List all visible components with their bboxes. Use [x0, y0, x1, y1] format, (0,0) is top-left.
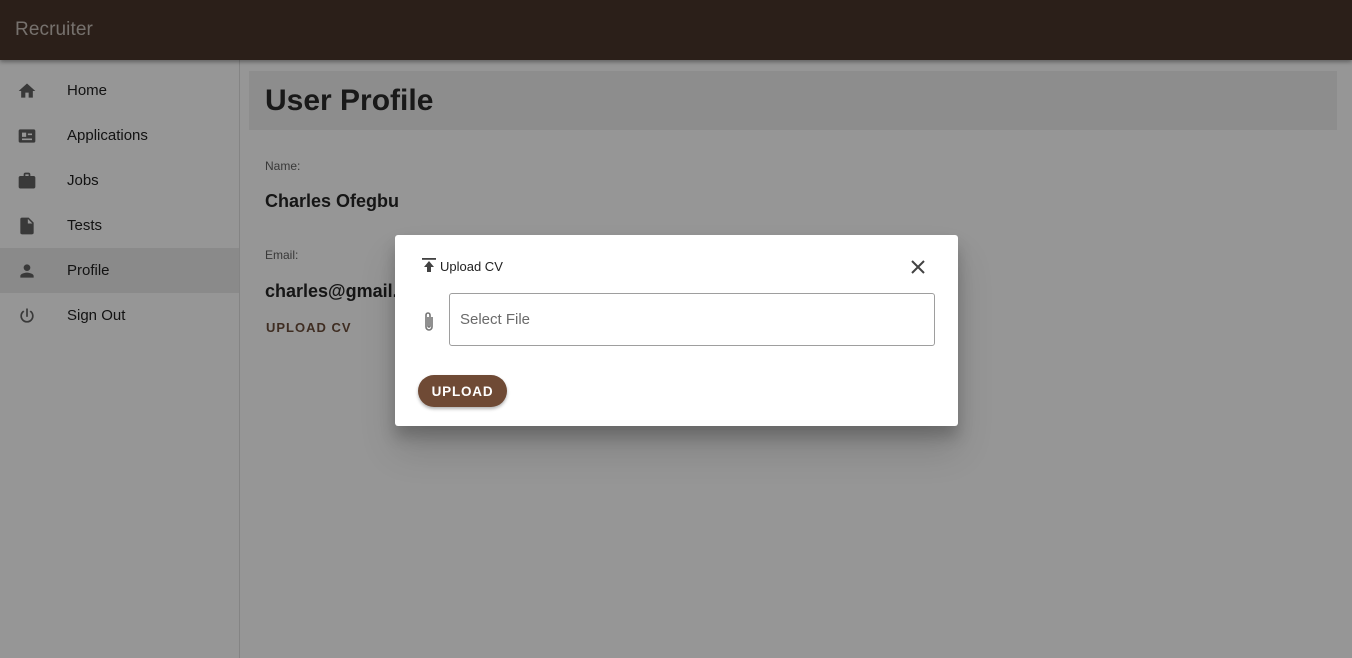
close-icon[interactable] [908, 257, 928, 277]
upload-cv-dialog: Upload CV UPLOAD [395, 235, 958, 426]
upload-button[interactable]: UPLOAD [418, 375, 507, 407]
upload-icon [421, 257, 437, 275]
dialog-title: Upload CV [440, 258, 503, 274]
attachment-icon [421, 310, 437, 334]
select-file-input[interactable] [449, 293, 935, 346]
dialog-header: Upload CV [421, 257, 503, 275]
